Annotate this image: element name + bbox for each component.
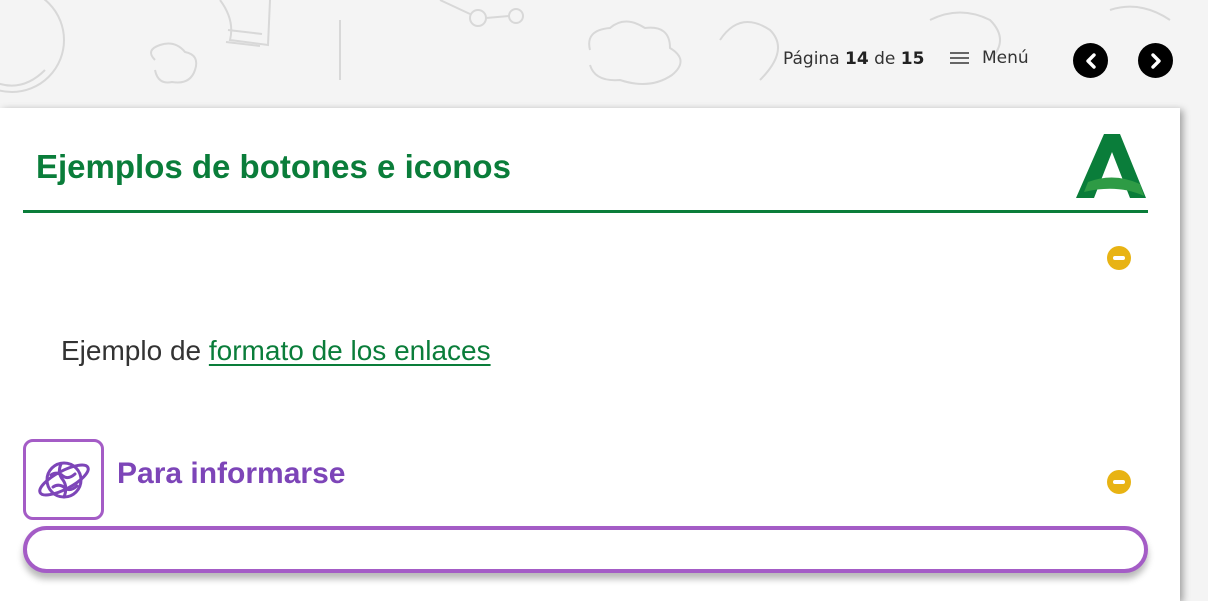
content-card: Ejemplos de botones e iconos Ejemplo de … — [0, 108, 1180, 601]
menu-label: Menú — [982, 48, 1029, 68]
junta-andalucia-logo — [1076, 134, 1146, 198]
total-pages: 15 — [900, 49, 925, 69]
title-divider — [23, 210, 1148, 213]
next-page-button[interactable] — [1138, 43, 1173, 78]
top-navigation: Página 14 de 15 Menú — [0, 40, 1208, 80]
hamburger-icon — [950, 52, 969, 64]
chevron-right-icon — [1150, 52, 1161, 69]
chevron-left-icon — [1085, 52, 1096, 69]
info-section-icon-box — [23, 439, 104, 520]
page-connector: de — [874, 49, 896, 69]
menu-button[interactable]: Menú — [950, 46, 1029, 70]
page-title: Ejemplos de botones e iconos — [36, 148, 511, 185]
page-prefix: Página — [783, 49, 840, 69]
info-content-box — [23, 526, 1148, 573]
info-collapse-toggle-button[interactable] — [1107, 470, 1131, 494]
link-format-link[interactable]: formato de los enlaces — [209, 335, 491, 366]
minus-icon — [1113, 256, 1125, 260]
info-section-title: Para informarse — [117, 457, 346, 490]
collapse-toggle-button[interactable] — [1107, 246, 1131, 270]
example-prefix: Ejemplo de — [61, 335, 209, 366]
page-indicator: Página 14 de 15 — [783, 49, 924, 69]
link-format-example: Ejemplo de formato de los enlaces — [61, 335, 491, 367]
globe-icon — [37, 461, 90, 498]
previous-page-button[interactable] — [1073, 43, 1108, 78]
minus-icon — [1113, 480, 1125, 484]
current-page: 14 — [845, 49, 869, 69]
